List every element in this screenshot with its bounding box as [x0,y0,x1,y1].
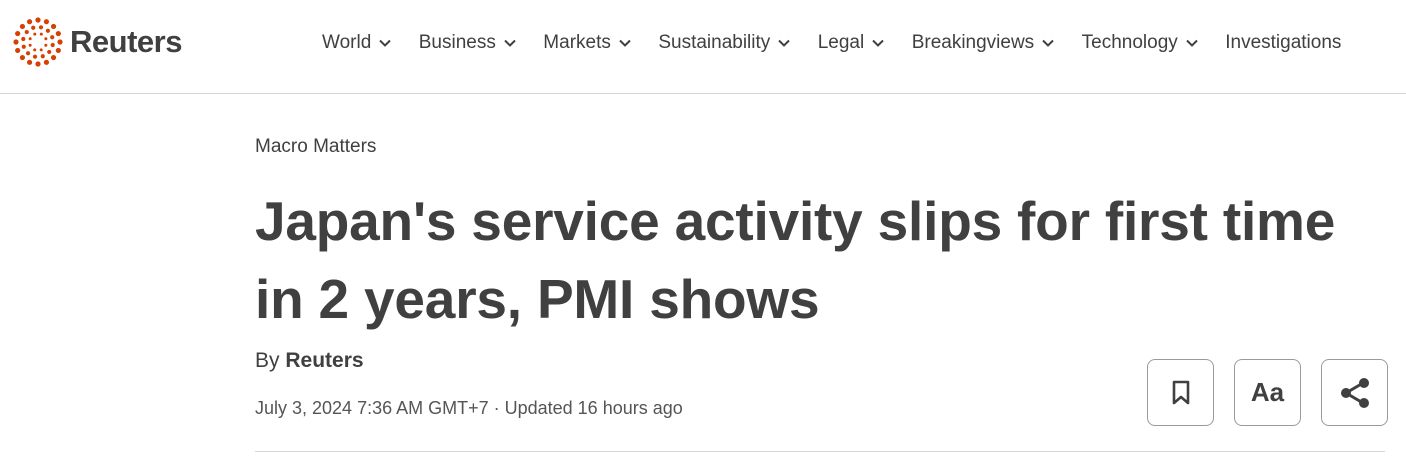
logo-dot [38,25,44,30]
logo-dot [47,49,52,55]
text-size-label: Aa [1250,377,1285,407]
logo-dot [50,54,57,61]
chevron-down-icon [778,39,790,47]
nav-item-label: Markets [543,32,611,53]
share-icon [1340,377,1369,408]
nav-item-label: Technology [1081,32,1178,53]
logo-dot [44,37,48,41]
logo-dot [39,32,43,36]
logo-dot [19,54,26,61]
logo-dot [50,23,57,30]
nav-item-label: Breakingviews [911,32,1035,53]
nav-item-breakingviews[interactable]: Breakingviews [912,28,1056,58]
nav-item-label: Business [418,32,496,53]
logo-dot [25,51,31,56]
reuters-logo[interactable]: Reuters [12,14,182,70]
nav-item-sustainability[interactable]: Sustainability [658,28,791,58]
chevron-down-icon [504,39,516,47]
byline: By Reuters [255,349,364,373]
brand-name: Reuters [70,24,182,59]
nav-item-markets[interactable]: Markets [543,28,632,58]
article-actions: Aa [1147,359,1388,426]
share-button[interactable] [1321,359,1388,426]
logo-dot [55,30,61,37]
logo-dot [44,43,48,47]
bookmark-button[interactable] [1147,359,1214,426]
logo-dot [15,30,21,37]
nav-item-world[interactable]: World [322,28,392,58]
logo-dot [26,59,33,65]
reuters-logo-icon [13,17,63,67]
chevron-down-icon [1186,39,1198,47]
logo-dot [50,35,55,40]
site-header: Reuters World Business Markets Sustainab… [0,0,1406,94]
logo-dot [15,47,21,54]
logo-dot [19,23,26,30]
chevron-down-icon [379,39,391,47]
logo-dot [31,25,36,30]
nav-item-technology[interactable]: Technology [1082,28,1199,58]
section-kicker[interactable]: Macro Matters [255,136,376,158]
logo-dot [43,59,50,65]
nav-item-label: World [322,32,372,53]
logo-dot [24,29,29,35]
logo-dot [55,47,61,54]
logo-dot [28,37,32,41]
header-divider [255,451,1385,452]
logo-dot [35,61,41,67]
logo-dot [33,48,37,52]
logo-dot [32,54,38,59]
logo-dot [50,42,55,48]
logo-dot [35,17,41,23]
author-link[interactable]: Reuters [285,349,363,372]
text-size-button[interactable]: Aa [1234,359,1301,426]
article-dateline: July 3, 2024 7:36 AM GMT+7 · Updated 16 … [255,398,683,418]
nav-item-label: Sustainability [658,32,771,53]
logo-dot [40,54,45,59]
logo-dot [39,48,43,52]
chevron-down-icon [1042,39,1054,47]
logo-dot [21,44,26,49]
nav-item-business[interactable]: Business [419,28,517,58]
byline-prefix: By [255,349,280,372]
nav-item-label: Investigations [1225,32,1342,53]
nav-item-legal[interactable]: Legal [818,28,886,58]
logo-dot [33,32,37,36]
logo-dot [45,28,51,33]
logo-dot [13,39,19,45]
logo-dot [26,19,33,25]
logo-dot [21,36,26,42]
logo-dot [28,43,32,47]
bookmark-icon [1172,380,1189,404]
nav-item-label: Legal [817,32,865,53]
logo-dot [57,39,63,45]
main-nav: World Business Markets Sustainability Le… [322,28,1406,58]
nav-item-investigations[interactable]: Investigations [1225,28,1341,58]
chevron-down-icon [619,39,631,47]
article-headline: Japan's service activity slips for first… [255,190,1336,330]
logo-dot [43,19,50,25]
chevron-down-icon [872,39,884,47]
